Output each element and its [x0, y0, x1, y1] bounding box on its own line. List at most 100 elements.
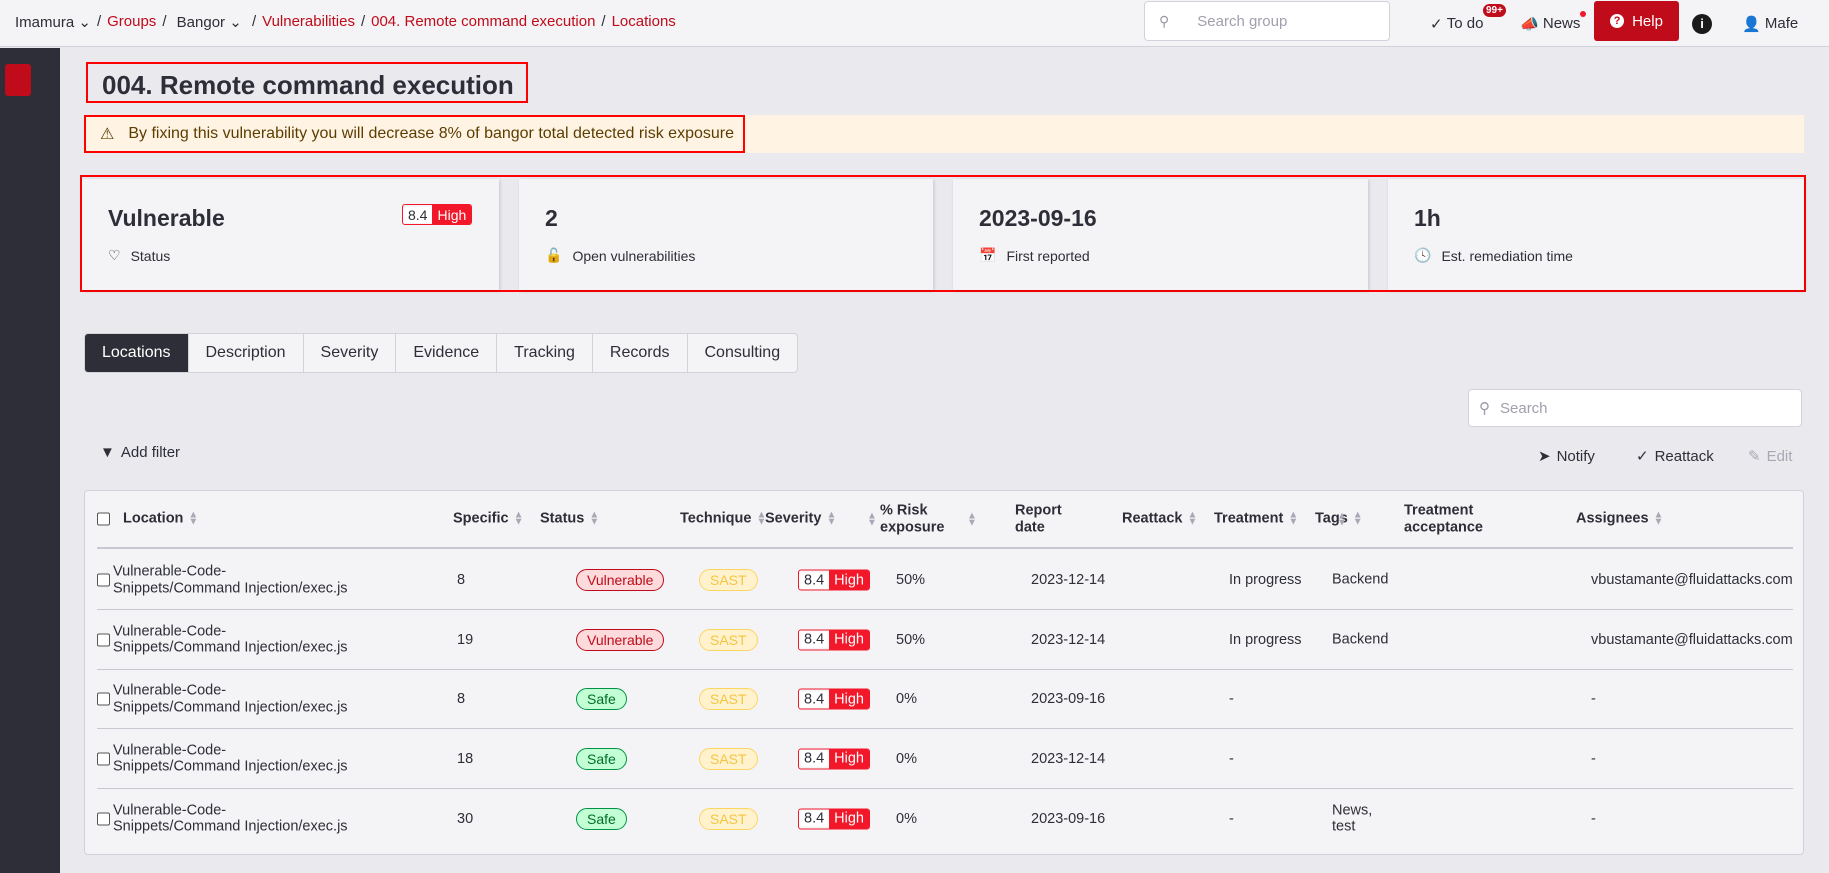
search-group-field[interactable]: ⚲: [1144, 1, 1390, 41]
row-checkbox[interactable]: [97, 692, 110, 706]
column-header[interactable]: Location ▲ ▼: [123, 510, 198, 527]
notify-button[interactable]: ➤ Notify: [1538, 447, 1595, 466]
help-button[interactable]: ? Help: [1594, 1, 1679, 41]
severity-badge: 8.4 High: [402, 204, 473, 225]
tab-description[interactable]: Description: [189, 334, 304, 372]
breadcrumb-org[interactable]: Imamura ⌄: [15, 13, 91, 31]
status-pill: Vulnerable: [576, 628, 665, 651]
breadcrumb-current[interactable]: Locations: [612, 13, 676, 31]
search-icon: ⚲: [1479, 400, 1490, 417]
sort-icon[interactable]: ▲ ▼: [1288, 510, 1298, 527]
sort-icon[interactable]: ▲ ▼: [1187, 510, 1197, 527]
column-header[interactable]: Report date ▲ ▼: [967, 502, 1075, 535]
pencil-icon: ✎: [1748, 448, 1761, 465]
treatment-cell: -: [1229, 691, 1234, 707]
news-label: News: [1542, 15, 1581, 32]
severity-badge: 8.4 High: [798, 748, 870, 769]
report-date-cell: 2023-12-14: [1031, 750, 1106, 767]
assignee-cell: -: [1591, 691, 1596, 707]
table-row[interactable]: Vulnerable-Code-Snippets/Command Injecti…: [97, 789, 1793, 848]
treatment-cell: In progress: [1229, 631, 1302, 648]
check-icon: ✓: [1430, 15, 1443, 33]
column-header[interactable]: Treatment ▲ ▼: [1214, 510, 1298, 527]
table-search-input[interactable]: [1500, 399, 1699, 417]
report-date-cell: 2023-12-14: [1031, 572, 1106, 588]
tab-locations[interactable]: Locations: [85, 334, 189, 372]
risk-exposure-cell: 50%: [896, 631, 926, 648]
report-date-cell: 2023-12-14: [1031, 631, 1106, 648]
breadcrumb-vulnerabilities[interactable]: Vulnerabilities: [262, 13, 355, 31]
row-checkbox[interactable]: [97, 573, 110, 587]
card-value: 1h: [1414, 205, 1441, 231]
warning-text: By fixing this vulnerability you will de…: [128, 125, 734, 142]
logo-icon[interactable]: [5, 64, 31, 96]
column-header[interactable]: Reattack ▲ ▼: [1122, 510, 1197, 527]
breadcrumb-group[interactable]: Bangor ⌄: [172, 13, 242, 31]
row-checkbox[interactable]: [97, 752, 110, 765]
remediation-time-card: 1h 🕓 Est. remediation time: [1388, 179, 1804, 290]
filter-icon: ▼: [100, 444, 115, 461]
warning-icon: ⚠: [100, 126, 115, 143]
summary-cards: Vulnerable 8.4 High ♡ Status 2 🔓 Open vulne…: [80, 175, 1806, 292]
column-header[interactable]: Treatment acceptance ▲ ▼: [1337, 502, 1524, 535]
sort-icon[interactable]: ▲ ▼: [188, 510, 198, 527]
user-name: Mafe: [1764, 15, 1799, 32]
specific-cell: 8: [457, 691, 466, 707]
search-group-input[interactable]: [1197, 12, 1368, 30]
select-all-checkbox[interactable]: [97, 512, 110, 526]
unlock-icon: 🔓: [545, 247, 563, 263]
row-checkbox[interactable]: [97, 633, 110, 646]
finding-tabs: Locations Description Severity Evidence …: [84, 333, 799, 373]
table-row[interactable]: Vulnerable-Code-Snippets/Command Injecti…: [97, 551, 1793, 610]
table-row[interactable]: Vulnerable-Code-Snippets/Command Injecti…: [97, 670, 1793, 729]
column-header[interactable]: % Risk exposure ▲ ▼: [867, 502, 950, 535]
sort-icon[interactable]: ▲ ▼: [1353, 510, 1363, 527]
sort-icon[interactable]: ▲ ▼: [826, 510, 836, 527]
todo-button[interactable]: ✓ To do 99+: [1430, 0, 1506, 47]
help-label: Help: [1632, 12, 1663, 30]
breadcrumb-finding[interactable]: 004. Remote command execution: [371, 13, 595, 31]
severity-badge: 8.4 High: [798, 569, 870, 591]
column-header[interactable]: Severity ▲ ▼: [765, 510, 836, 527]
card-value: Vulnerable: [108, 205, 225, 231]
technique-pill: SAST: [699, 569, 758, 591]
edit-button[interactable]: ✎ Edit: [1748, 447, 1792, 466]
table-header: Location ▲ ▼ Specific ▲ ▼ Status ▲ ▼ Technique ▲ ▼ S…: [97, 491, 1793, 549]
table-row[interactable]: Vulnerable-Code-Snippets/Command Injecti…: [97, 730, 1793, 789]
sort-icon[interactable]: ▲ ▼: [514, 510, 524, 527]
technique-pill: SAST: [699, 747, 758, 770]
search-icon: ⚲: [1159, 12, 1170, 29]
row-checkbox[interactable]: [97, 812, 110, 825]
tab-tracking[interactable]: Tracking: [497, 334, 593, 372]
location-cell: Vulnerable-Code-Snippets/Command Injecti…: [113, 622, 348, 656]
info-button[interactable]: i: [1692, 0, 1712, 47]
sort-icon[interactable]: ▲ ▼: [967, 511, 977, 528]
sort-icon[interactable]: ▲ ▼: [1337, 511, 1347, 528]
open-vulnerabilities-card: 2 🔓 Open vulnerabilities: [519, 179, 933, 290]
tab-evidence[interactable]: Evidence: [396, 334, 498, 372]
column-header[interactable]: Status ▲ ▼: [540, 510, 599, 527]
tab-consulting[interactable]: Consulting: [688, 334, 798, 372]
user-icon: 👤: [1742, 15, 1761, 33]
tab-severity[interactable]: Severity: [304, 334, 397, 372]
top-bar: Imamura ⌄ / Groups / Bangor ⌄ / Vulnerabili…: [0, 0, 1829, 47]
reattack-button[interactable]: ✓ Reattack: [1636, 447, 1714, 466]
column-header-label: Treatment: [1214, 510, 1284, 527]
add-filter-button[interactable]: ▼ Add filter: [100, 444, 180, 461]
tab-records[interactable]: Records: [593, 334, 688, 372]
card-label: Status: [130, 247, 171, 264]
sort-icon[interactable]: ▲ ▼: [867, 511, 877, 528]
question-icon: ?: [1610, 14, 1625, 28]
column-header[interactable]: Technique ▲ ▼: [680, 510, 766, 527]
user-menu[interactable]: 👤 Mafe: [1742, 0, 1798, 47]
table-row[interactable]: Vulnerable-Code-Snippets/Command Injecti…: [97, 611, 1793, 670]
sort-icon[interactable]: ▲ ▼: [1654, 510, 1664, 527]
table-search-field[interactable]: ⚲: [1468, 389, 1802, 427]
sort-icon[interactable]: ▲ ▼: [589, 510, 599, 527]
news-button[interactable]: 📣 News: [1520, 0, 1586, 47]
card-label: Est. remediation time: [1441, 247, 1573, 264]
column-header[interactable]: Assignees ▲ ▼: [1576, 510, 1664, 527]
breadcrumb-groups[interactable]: Groups: [107, 13, 156, 31]
column-header[interactable]: Specific ▲ ▼: [453, 510, 524, 527]
clock-icon: 🕓: [1414, 247, 1432, 263]
